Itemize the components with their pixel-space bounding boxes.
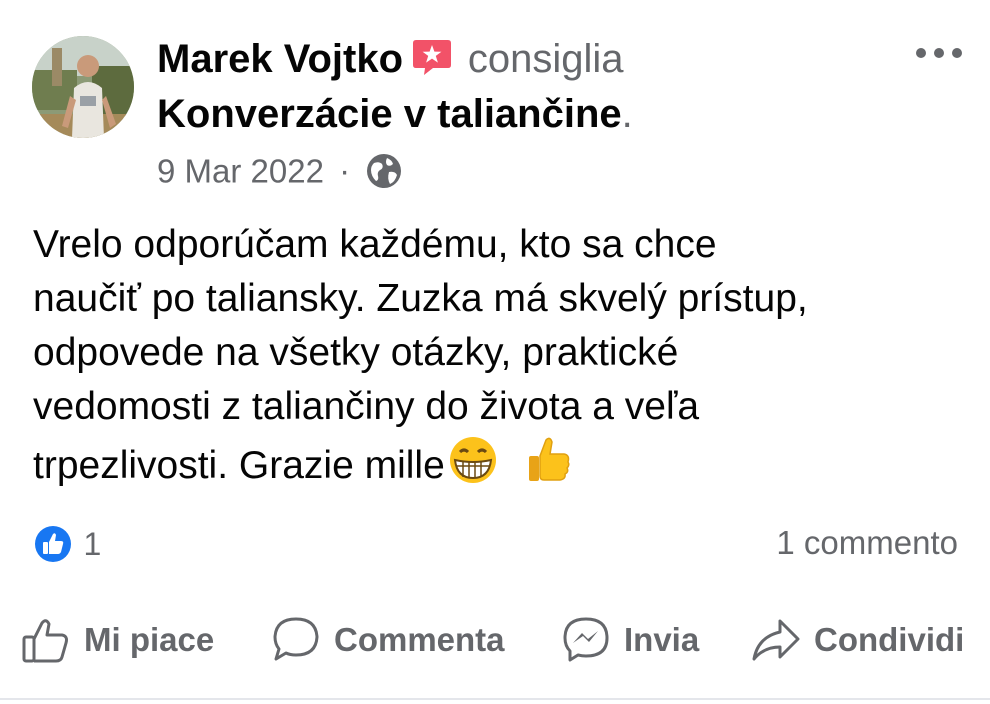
messenger-icon [563, 617, 609, 662]
reaction-summary[interactable]: 1 [33, 524, 101, 564]
group-name[interactable]: Konverzácie v taliančine [157, 92, 622, 136]
like-icon [22, 619, 68, 663]
post-text-line: Vrelo odporúčam každému, kto sa chce [33, 223, 717, 266]
bottom-divider [0, 698, 990, 700]
comment-icon [273, 617, 319, 661]
post-text: Vrelo odporúčam každému, kto sa chce nau… [33, 218, 963, 501]
send-button[interactable]: Invia [560, 608, 699, 672]
comment-label: Commenta [334, 621, 505, 658]
recommend-star-icon [411, 37, 453, 82]
post-text-line: vedomosti z taliančiny do života a veľa [33, 385, 700, 428]
meta-separator: · [339, 152, 351, 190]
post-header: Marek Vojtko consiglia [157, 37, 624, 87]
comment-count[interactable]: 1 commento [776, 524, 958, 562]
thumbs-up-emoji [526, 434, 572, 501]
post-card: Marek Vojtko consiglia Konverzácie v tal… [0, 0, 990, 704]
share-label: Condividi [814, 621, 965, 658]
post-text-line: trpezlivosti. Grazie mille [33, 443, 445, 487]
reaction-count: 1 [83, 525, 102, 562]
grinning-face-emoji [445, 434, 501, 501]
author-avatar[interactable] [32, 36, 134, 138]
comment-button[interactable]: Commenta [270, 608, 505, 672]
post-date[interactable]: 9 Mar 2022 [157, 152, 324, 189]
group-line: Konverzácie v taliančine. [157, 92, 633, 137]
like-button[interactable]: Mi piace [20, 608, 214, 672]
recommend-verb: consiglia [467, 37, 624, 81]
action-bar: Mi piace Commenta Invia Condividi [0, 608, 990, 672]
post-text-line-last: trpezlivosti. Grazie mille [33, 434, 963, 501]
globe-icon [367, 154, 402, 189]
post-meta: 9 Mar 2022 · [157, 150, 403, 196]
like-reaction-icon [35, 526, 71, 562]
post-text-line: odpovede na všetky otázky, praktické [33, 331, 679, 374]
share-icon [752, 619, 800, 661]
post-text-line: naučiť po taliansky. Zuzka má skvelý prí… [33, 277, 808, 320]
like-label: Mi piace [84, 621, 215, 658]
send-label: Invia [624, 621, 700, 658]
group-suffix: . [621, 92, 633, 136]
share-button[interactable]: Condividi [750, 608, 964, 672]
author-name[interactable]: Marek Vojtko [157, 37, 403, 81]
more-options-button[interactable] [914, 40, 964, 66]
more-dots-icon [916, 48, 962, 58]
